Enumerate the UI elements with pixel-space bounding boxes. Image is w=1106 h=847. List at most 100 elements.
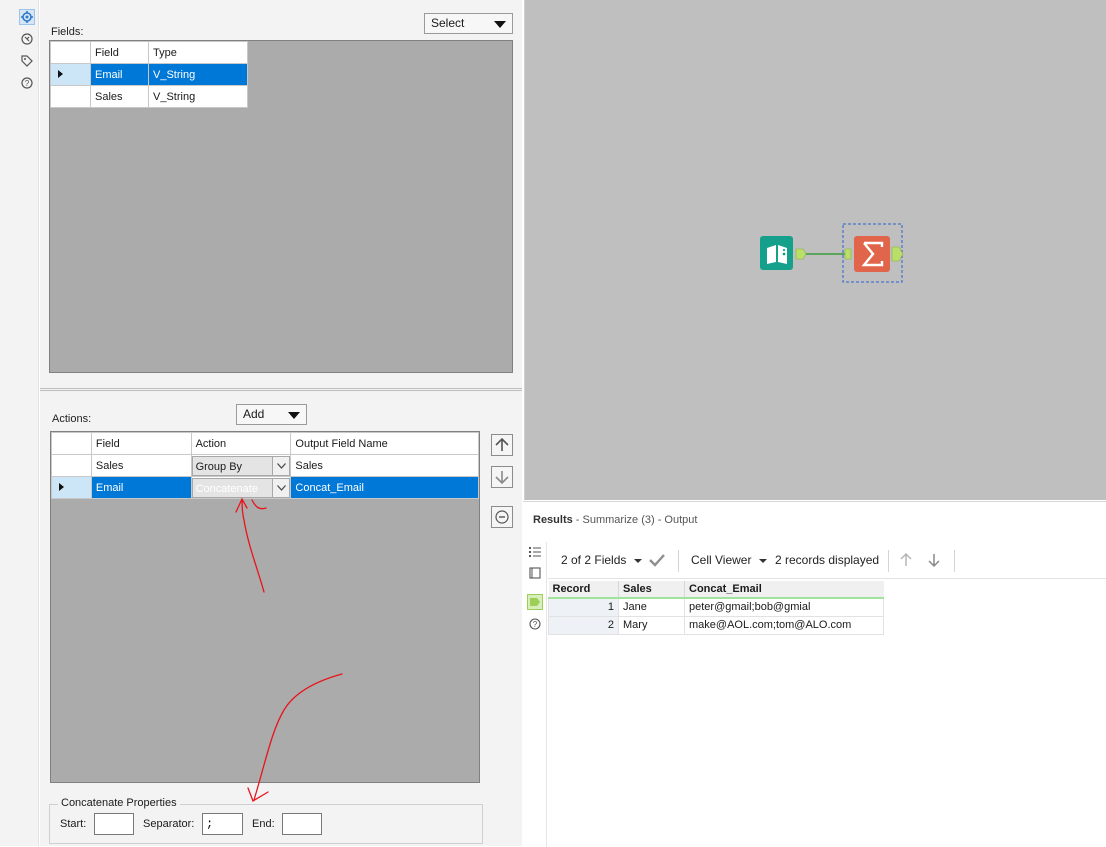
minus-circle-icon [495, 510, 509, 524]
chevron-down-icon[interactable] [272, 478, 290, 497]
results-side-rail: ? [523, 542, 547, 847]
type-cell[interactable]: V_String [148, 63, 248, 86]
output-field-cell[interactable]: Concat_Email [290, 476, 479, 499]
chevron-down-icon[interactable] [272, 456, 290, 475]
column-header-type[interactable]: Type [148, 41, 248, 64]
action-cell[interactable]: Group By [190, 454, 292, 477]
start-input[interactable] [94, 813, 134, 835]
cell-viewer-label: Cell Viewer [691, 553, 752, 567]
arrow-up-icon[interactable] [898, 552, 914, 571]
remove-action-button[interactable] [491, 506, 513, 528]
field-cell[interactable]: Sales [90, 85, 149, 108]
column-header-field[interactable]: Field [90, 41, 149, 64]
field-cell[interactable]: Email [90, 63, 149, 86]
results-title-bold: Results [533, 514, 573, 526]
help-icon[interactable]: ? [19, 75, 35, 91]
chevron-down-icon [634, 558, 643, 563]
table-row[interactable]: Email V_String [50, 63, 248, 86]
svg-text:?: ? [25, 79, 30, 88]
tag-icon[interactable] [19, 53, 35, 69]
help-icon[interactable]: ? [529, 618, 541, 633]
table-row[interactable]: Email Concatenate Concat_Email [51, 476, 479, 499]
toolbar-separator [954, 550, 955, 572]
add-dropdown-label: Add [243, 407, 265, 421]
row-selector[interactable] [50, 85, 91, 108]
separator-label: Separator: [143, 818, 195, 830]
field-cell[interactable]: Email [90, 476, 192, 499]
output-field-cell[interactable]: Sales [290, 454, 479, 477]
row-header-corner [51, 432, 92, 455]
list-icon[interactable] [529, 546, 541, 561]
check-icon[interactable] [648, 553, 666, 570]
move-down-button[interactable] [491, 466, 513, 488]
table-row[interactable]: 2 Mary make@AOL.com;tom@ALO.com [548, 615, 884, 635]
results-table: Record Sales Concat_Email 1 Jane peter@g… [548, 581, 884, 635]
cell-viewer-dropdown[interactable]: Cell Viewer [691, 553, 768, 567]
fields-table: Field Type Email V_String Sales V_String [50, 41, 248, 108]
concat-email-cell[interactable]: peter@gmail;bob@gmial [684, 597, 884, 617]
toolbar-separator [888, 550, 889, 572]
sales-cell[interactable]: Jane [618, 597, 685, 617]
column-header-concat-email[interactable]: Concat_Email [684, 581, 884, 599]
input-anchor-icon [844, 248, 852, 260]
action-combo-value: Concatenate [195, 482, 258, 495]
row-selector[interactable] [51, 476, 92, 499]
chevron-down-icon [759, 558, 768, 563]
table-row[interactable]: 1 Jane peter@gmail;bob@gmial [548, 597, 884, 617]
panel-splitter[interactable] [40, 388, 522, 391]
field-cell[interactable]: Sales [90, 454, 192, 477]
chevron-down-icon [494, 21, 506, 28]
fields-selector[interactable]: 2 of 2 Fields [561, 553, 643, 567]
gear-icon[interactable] [19, 9, 35, 25]
end-input[interactable] [282, 813, 322, 835]
table-row[interactable]: Sales Group By Sales [51, 454, 479, 477]
summarize-tool[interactable] [842, 223, 904, 283]
arrow-down-icon[interactable] [926, 552, 942, 571]
column-header-output-field-name[interactable]: Output Field Name [290, 432, 479, 455]
arrow-down-icon [495, 471, 509, 485]
current-row-icon [58, 69, 63, 78]
type-cell[interactable]: V_String [148, 85, 248, 108]
sales-cell[interactable]: Mary [618, 615, 685, 635]
data-view-icon[interactable] [527, 594, 543, 610]
actions-label: Actions: [52, 413, 92, 425]
fields-grid[interactable]: Field Type Email V_String Sales V_String [49, 40, 513, 373]
concatenate-properties-legend: Concatenate Properties [58, 797, 180, 809]
metadata-icon[interactable] [529, 567, 541, 582]
column-header-field[interactable]: Field [90, 432, 192, 455]
current-row-icon [59, 482, 64, 491]
chevron-down-icon [288, 412, 300, 419]
table-row[interactable]: Sales V_String [50, 85, 248, 108]
row-header-corner [50, 41, 91, 64]
separator-input[interactable] [202, 813, 243, 835]
action-combo[interactable]: Group By [191, 455, 291, 476]
end-label: End: [252, 818, 275, 830]
tool-icon[interactable] [19, 31, 35, 47]
results-title: Results - Summarize (3) - Output [533, 514, 697, 526]
start-label: Start: [60, 818, 87, 830]
record-cell[interactable]: 1 [548, 597, 619, 617]
column-header-record[interactable]: Record [548, 581, 619, 599]
actions-table: Field Action Output Field Name Sales Gro… [51, 432, 479, 499]
arrow-up-icon [495, 437, 509, 451]
action-combo-value: Group By [195, 460, 243, 473]
input-data-tool-body [760, 236, 793, 270]
concat-email-cell[interactable]: make@AOL.com;tom@ALO.com [684, 615, 884, 635]
action-cell[interactable]: Concatenate [190, 476, 292, 499]
fields-count: 2 of 2 Fields [561, 553, 627, 567]
workflow-diagram [760, 223, 904, 283]
row-selector[interactable] [51, 454, 92, 477]
column-header-sales[interactable]: Sales [618, 581, 685, 599]
row-selector[interactable] [50, 63, 91, 86]
move-up-button[interactable] [491, 434, 513, 456]
input-data-tool[interactable] [760, 236, 807, 270]
add-dropdown[interactable]: Add [236, 404, 307, 425]
record-cell[interactable]: 2 [548, 615, 619, 635]
select-dropdown-label: Select [431, 16, 465, 30]
select-dropdown[interactable]: Select [424, 13, 513, 34]
actions-grid[interactable]: Field Action Output Field Name Sales Gro… [50, 431, 480, 783]
column-header-action[interactable]: Action [190, 432, 292, 455]
workflow-canvas[interactable] [524, 0, 1106, 500]
output-anchor-icon [795, 248, 807, 260]
action-combo[interactable]: Concatenate [191, 477, 291, 498]
